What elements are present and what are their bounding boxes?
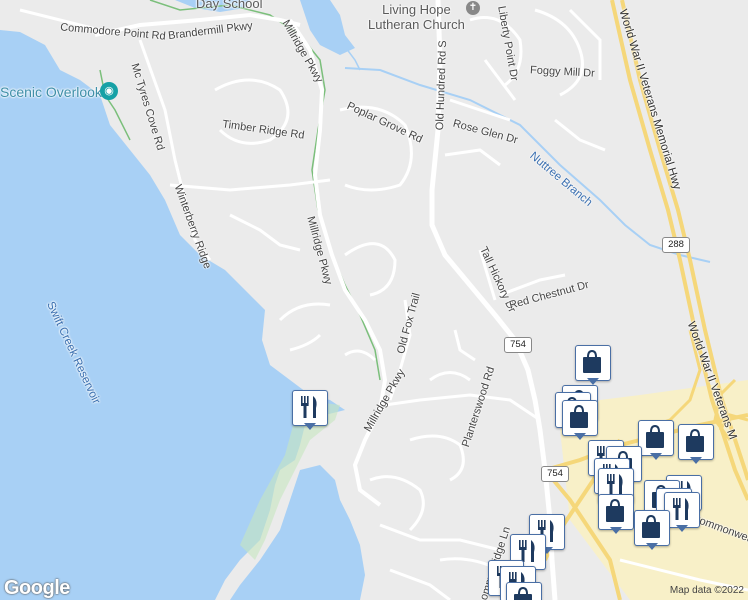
day-school-label[interactable]: Day School [196,0,262,11]
shopping-marker[interactable] [678,424,714,464]
route-288-shield: 288 [662,237,690,253]
church-label-line2: Lutheran Church [368,17,465,32]
shopping-marker[interactable] [575,345,611,385]
map-data-attribution[interactable]: Map data ©2022 [670,585,744,596]
marker-tail [690,457,702,464]
shopping-marker[interactable] [506,582,542,600]
map-view[interactable]: Day School Living Hope Lutheran Church ✝… [0,0,748,600]
route-754-shield-b: 754 [541,466,569,482]
scenic-overlook-label[interactable]: Scenic Overlook [0,84,102,100]
camera-icon[interactable]: ◉ [100,82,118,100]
marker-tail [587,378,599,385]
church-pin-icon[interactable]: ✝ [466,1,480,15]
marker-tail [304,423,316,430]
marker-tail [646,543,658,550]
shopping-marker[interactable] [598,494,634,534]
church-label-line1: Living Hope [382,2,451,17]
route-754-shield-a: 754 [504,337,532,353]
road-east-link [384,393,541,422]
marker-tail [610,527,622,534]
shopping-marker[interactable] [634,510,670,550]
shopping-marker[interactable] [638,420,674,460]
google-logo[interactable]: Google [4,577,70,600]
shopping-marker[interactable] [562,400,598,440]
marker-tail [676,525,688,532]
church-label[interactable]: Living Hope Lutheran Church [368,2,465,32]
marker-tail [574,433,586,440]
marker-tail [650,453,662,460]
restaurant-marker[interactable] [292,390,328,430]
